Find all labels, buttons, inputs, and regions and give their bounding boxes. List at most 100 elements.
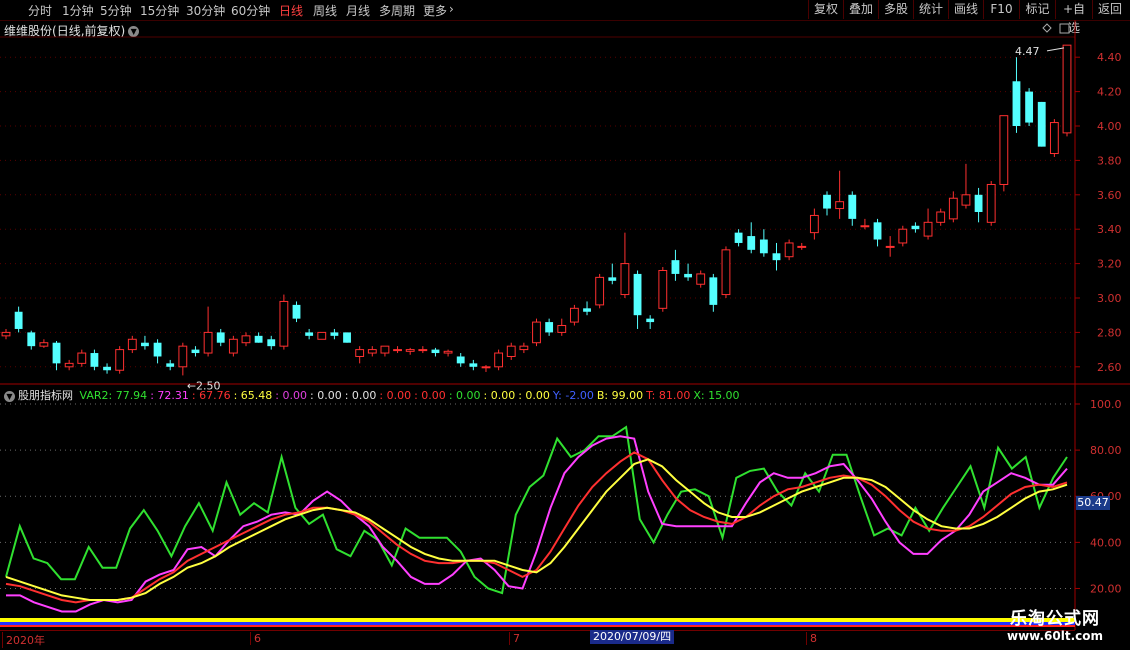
candle-body <box>469 363 478 367</box>
band-blue <box>0 622 1075 625</box>
indicator-tick-label: 100.0 <box>1090 398 1122 411</box>
candle-body <box>267 339 276 347</box>
candle-body <box>90 353 99 367</box>
candle-body <box>166 363 175 367</box>
candle-body <box>39 342 49 347</box>
candle-body <box>684 273 692 278</box>
candle-body <box>14 311 23 329</box>
candle-body <box>569 307 579 323</box>
candle-body <box>355 349 365 357</box>
indicator-last-value: 50.47 <box>1076 496 1110 510</box>
candle-body <box>961 194 971 206</box>
candle-body <box>759 239 768 254</box>
candle-body <box>999 115 1009 185</box>
candle-body <box>52 342 61 364</box>
indicator-header: ▼ 股朋指标网 VAR2: 77.94: 72.31: 67.76: 65.48:… <box>4 387 746 403</box>
candle-body <box>1062 44 1072 134</box>
candle-body <box>1 331 11 337</box>
candle-body <box>305 332 314 336</box>
indicator-value: : 0.00 <box>275 389 307 402</box>
candle-body <box>797 245 807 248</box>
candle-body <box>772 253 781 261</box>
price-tick-label: 3.80 <box>1097 154 1122 167</box>
date-axis: 2020年 6 7 8 <box>0 630 1075 648</box>
candle-body <box>860 225 870 228</box>
indicator-value: : 72.31 <box>150 389 189 402</box>
candle-body <box>646 318 655 323</box>
candle-body <box>557 325 567 333</box>
candle-body <box>948 197 958 220</box>
candle-body <box>279 300 289 347</box>
watermark-title: 乐淘公式网 <box>1010 609 1100 629</box>
candle-body <box>103 366 111 371</box>
candle-body <box>898 228 908 244</box>
indicator-series-line <box>5 425 1068 595</box>
candle-body <box>848 194 857 219</box>
candle-body <box>809 214 819 234</box>
indicator-values: VAR2: 77.94: 72.31: 67.76: 65.48: 0.00: … <box>80 389 743 402</box>
candle-body <box>241 335 251 344</box>
panel-toggle-icon <box>1059 23 1070 34</box>
candle-body <box>532 321 541 344</box>
date-cursor-label: 2020/07/09/四 <box>590 630 675 644</box>
indicator-name[interactable]: 股朋指标网 <box>18 389 73 402</box>
candle-body <box>456 356 465 364</box>
indicator-value: : 65.48 <box>233 389 273 402</box>
indicator-value: VAR2: 77.94 <box>79 389 148 402</box>
indicator-value: B: 99.00 <box>596 389 644 402</box>
date-label: 8 <box>806 632 817 645</box>
price-tick-label: 4.20 <box>1097 86 1122 99</box>
price-tick-label: 3.40 <box>1097 223 1122 236</box>
candle-body <box>545 322 554 333</box>
high-marker-arrow <box>1046 47 1065 52</box>
indicator-value: : 0.00 <box>483 389 516 402</box>
indicator-value: Y: -2.00 <box>552 389 594 402</box>
candle-body <box>784 242 794 258</box>
price-tick-label: 2.80 <box>1097 326 1122 339</box>
candle-body <box>595 276 605 306</box>
candle-body <box>885 245 895 248</box>
indicator-value: : 0.00 <box>344 389 377 402</box>
price-tick-label: 4.00 <box>1097 120 1122 133</box>
chevron-down-icon[interactable]: ▼ <box>4 390 15 402</box>
candle-body <box>671 260 680 274</box>
candle-body <box>734 232 743 243</box>
candle-body <box>747 236 756 250</box>
candle-body <box>494 352 504 368</box>
indicator-tick-label: 20.00 <box>1090 582 1122 595</box>
indicator-value: : 0.00 <box>414 389 446 402</box>
candle-body <box>911 225 920 230</box>
date-label: 2020年 <box>2 632 45 648</box>
candle-body <box>127 338 137 351</box>
candle-body <box>696 273 706 285</box>
price-tick-label: 3.60 <box>1097 189 1122 202</box>
watermark: 乐淘公式网 www.60lt.com <box>985 604 1125 650</box>
candle-body <box>835 201 845 210</box>
candle-body <box>1037 101 1046 147</box>
candle-body <box>292 304 301 319</box>
candle-body <box>393 349 402 352</box>
indicator-value: : 0.00 <box>518 389 550 402</box>
candle-body <box>178 345 188 368</box>
high-marker-label: 4.47 <box>1015 45 1040 58</box>
candle-body <box>153 342 162 357</box>
candle-body <box>1025 91 1034 123</box>
candle-body <box>873 222 882 240</box>
candle-body <box>936 211 946 223</box>
candle-body <box>986 183 996 223</box>
date-label: 6 <box>250 632 261 645</box>
candle-body <box>115 349 125 371</box>
indicator-value: : 0.00 <box>448 389 481 402</box>
watermark-url: www.60lt.com <box>1006 629 1104 643</box>
candle-body <box>923 221 933 237</box>
price-tick-label: 3.20 <box>1097 258 1122 271</box>
candle-body <box>658 269 668 309</box>
chart-canvas[interactable]: 4.40 4.20 4.00 3.80 3.60 3.40 3.20 3.00 2.80 2.60… <box>0 0 1130 650</box>
price-tick-label: 3.00 <box>1097 292 1122 305</box>
price-tick-label: 4.40 <box>1097 51 1122 64</box>
candle-body <box>620 263 630 296</box>
candle-body <box>203 331 213 354</box>
candle-body <box>64 362 74 368</box>
indicator-series-line <box>5 451 1068 604</box>
candle-body <box>608 277 617 281</box>
